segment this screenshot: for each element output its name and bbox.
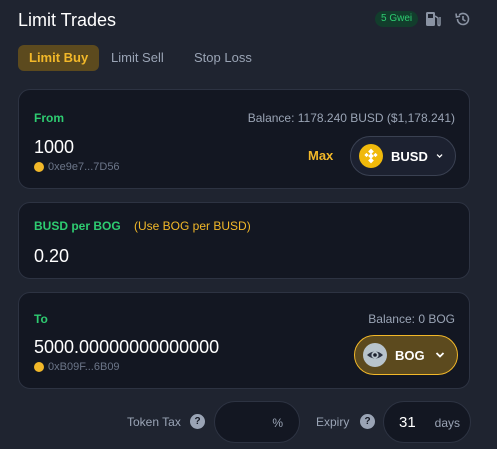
bog-eye-logo-icon <box>363 343 387 367</box>
to-token-selector[interactable]: BOG <box>354 335 458 375</box>
to-amount-field[interactable] <box>34 337 294 358</box>
token-address-icon <box>34 362 44 372</box>
price-label: BUSD per BOG <box>34 219 121 233</box>
chevron-down-icon <box>435 352 445 358</box>
token-tax-help-icon[interactable]: ? <box>190 414 205 429</box>
tab-limit-sell[interactable]: Limit Sell <box>111 45 164 71</box>
expiry-label: Expiry <box>316 415 350 429</box>
price-field[interactable] <box>34 246 294 267</box>
token-address-icon <box>34 162 44 172</box>
tab-limit-buy[interactable]: Limit Buy <box>18 45 100 71</box>
from-balance: Balance: 1178.240 BUSD ($1,178.241) <box>247 111 455 125</box>
expiry-field[interactable]: 31 days <box>383 401 471 443</box>
from-address-text: 0xe9e7...7D56 <box>48 161 120 173</box>
invert-price-toggle[interactable]: (Use BOG per BUSD) <box>134 219 251 233</box>
to-label: To <box>34 312 48 326</box>
fuel-pump-icon[interactable] <box>424 10 442 28</box>
from-amount-input[interactable] <box>34 137 294 158</box>
expiry-value: 31 <box>399 414 416 431</box>
token-tax-unit: % <box>272 416 283 430</box>
expiry-unit: days <box>434 416 460 430</box>
from-token-name: BUSD <box>391 148 428 164</box>
from-token-address: 0xe9e7...7D56 <box>34 161 120 173</box>
order-options-row: Token Tax ? % Expiry ? 31 days <box>0 401 497 443</box>
from-amount-field[interactable] <box>34 137 294 158</box>
price-card: BUSD per BOG (Use BOG per BUSD) <box>18 202 470 279</box>
history-icon[interactable] <box>454 10 472 28</box>
chevron-down-icon <box>436 154 443 158</box>
busd-logo-icon <box>359 144 383 168</box>
price-input[interactable] <box>34 246 294 267</box>
from-card: From Balance: 1178.240 BUSD ($1,178.241)… <box>18 89 470 189</box>
to-balance: Balance: 0 BOG <box>368 312 455 326</box>
max-button[interactable]: Max <box>308 148 333 163</box>
token-tax-field[interactable]: % <box>214 401 300 443</box>
from-token-selector[interactable]: BUSD <box>350 136 456 176</box>
tab-stop-loss[interactable]: Stop Loss <box>194 45 252 71</box>
to-address-text: 0xB09F...6B09 <box>48 361 120 373</box>
to-token-address: 0xB09F...6B09 <box>34 361 120 373</box>
to-card: To Balance: 0 BOG 0xB09F...6B09 BOG <box>18 292 470 389</box>
expiry-help-icon[interactable]: ? <box>360 414 375 429</box>
page-title: Limit Trades <box>18 10 117 30</box>
from-label: From <box>34 111 64 125</box>
to-amount-input[interactable] <box>34 337 294 358</box>
token-tax-label: Token Tax <box>127 415 181 429</box>
to-token-name: BOG <box>395 347 425 363</box>
header: Limit Trades 5 Gwei <box>0 0 497 40</box>
gas-price-badge: 5 Gwei <box>375 11 419 27</box>
